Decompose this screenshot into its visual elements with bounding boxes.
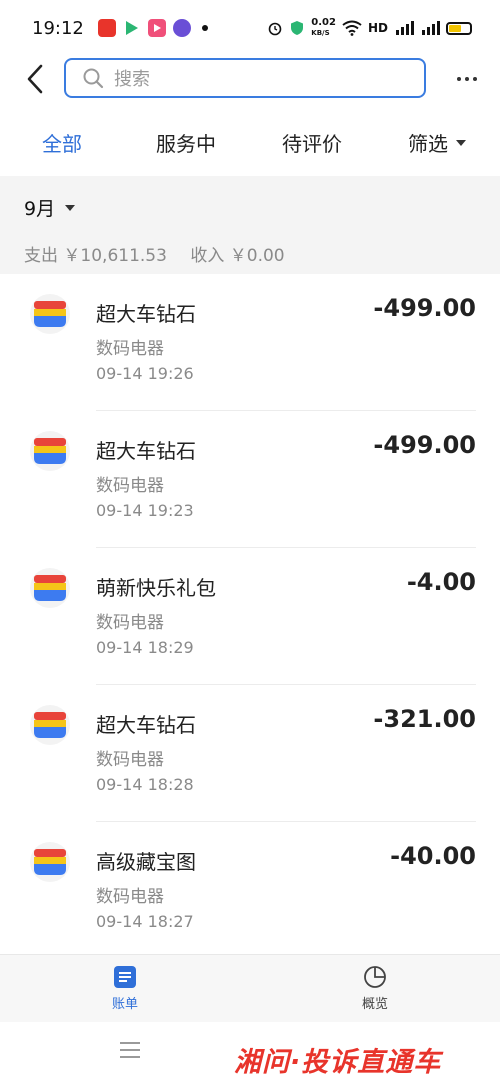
status-app-icons bbox=[97, 19, 208, 37]
menu-icon[interactable] bbox=[120, 1042, 140, 1063]
status-bar: 19:12 0.02 KB/S HD bbox=[0, 0, 500, 56]
bottom-tab-overview[interactable]: 概览 bbox=[345, 965, 405, 1012]
month-selector[interactable]: 9月 bbox=[24, 194, 476, 221]
transaction-list: 超大车钻石 数码电器 09-14 19:26 -499.00 超大车钻石 数码电… bbox=[0, 274, 500, 959]
more-button[interactable] bbox=[452, 64, 482, 94]
play-store-icon bbox=[123, 19, 141, 37]
search-icon bbox=[83, 68, 104, 89]
status-time: 19:12 bbox=[32, 17, 84, 39]
game-store-icon bbox=[30, 842, 70, 882]
search-placeholder: 搜索 bbox=[114, 69, 150, 90]
battery-icon bbox=[446, 21, 472, 35]
transaction-row[interactable]: 高级藏宝图 数码电器 09-14 18:27 -40.00 bbox=[0, 822, 500, 959]
transaction-amount: -321.00 bbox=[373, 705, 476, 733]
net-speed-value: 0.02 bbox=[311, 17, 336, 28]
transaction-amount: -40.00 bbox=[390, 842, 476, 870]
transaction-title: 超大车钻石 bbox=[96, 713, 196, 737]
caret-down-icon bbox=[456, 139, 466, 146]
transaction-title: 高级藏宝图 bbox=[96, 850, 196, 874]
transaction-row[interactable]: 萌新快乐礼包 数码电器 09-14 18:29 -4.00 bbox=[0, 548, 500, 685]
app-notification-icon bbox=[97, 19, 116, 37]
transaction-time: 09-14 18:27 bbox=[96, 912, 194, 931]
more-dot bbox=[473, 77, 477, 81]
bottom-tab-bill-label: 账单 bbox=[111, 997, 138, 1012]
tab-filter[interactable]: 筛选 bbox=[408, 128, 466, 157]
header: 搜索 bbox=[0, 56, 500, 102]
tab-filter-label: 筛选 bbox=[408, 132, 448, 156]
system-nav-bar: 湘问·投诉直通车 bbox=[0, 1022, 500, 1083]
game-store-icon bbox=[30, 568, 70, 608]
transaction-amount: -4.00 bbox=[406, 568, 476, 596]
income-total: 收入 ￥0.00 bbox=[190, 246, 285, 266]
watermark: 湘问·投诉直通车 bbox=[234, 1047, 442, 1078]
alarm-icon bbox=[268, 22, 282, 36]
signal-icon-1 bbox=[396, 21, 414, 35]
video-app-icon bbox=[147, 19, 166, 37]
chevron-left-icon bbox=[27, 64, 43, 94]
shield-icon bbox=[291, 21, 304, 35]
bill-icon bbox=[114, 966, 136, 988]
transaction-title: 萌新快乐礼包 bbox=[96, 576, 216, 600]
bottom-tab-bar: 账单 概览 bbox=[0, 954, 500, 1022]
expense-total: 支出 ￥10,611.53 bbox=[24, 246, 167, 266]
pie-chart-icon bbox=[364, 966, 386, 988]
transaction-category: 数码电器 bbox=[96, 339, 164, 359]
net-speed-unit: KB/S bbox=[311, 29, 330, 37]
status-indicators: 0.02 KB/S HD bbox=[267, 18, 472, 38]
back-button[interactable] bbox=[20, 60, 50, 98]
transaction-category: 数码电器 bbox=[96, 613, 164, 633]
game-store-icon bbox=[30, 705, 70, 745]
transaction-category: 数码电器 bbox=[96, 887, 164, 907]
tab-pending-review[interactable]: 待评价 bbox=[282, 128, 342, 157]
game-store-icon bbox=[30, 431, 70, 471]
transaction-time: 09-14 19:26 bbox=[96, 364, 194, 383]
month-totals: 支出 ￥10,611.53 收入 ￥0.00 bbox=[24, 241, 476, 266]
transaction-title: 超大车钻石 bbox=[96, 439, 196, 463]
month-summary: 9月 支出 ￥10,611.53 收入 ￥0.00 bbox=[0, 176, 500, 274]
transaction-time: 09-14 18:28 bbox=[96, 775, 194, 794]
caret-down-icon bbox=[65, 204, 76, 211]
transaction-time: 09-14 19:23 bbox=[96, 501, 194, 520]
transaction-row[interactable]: 超大车钻石 数码电器 09-14 18:28 -321.00 bbox=[0, 685, 500, 822]
battery-level bbox=[449, 24, 461, 32]
transaction-amount: -499.00 bbox=[373, 294, 476, 322]
wifi-icon bbox=[342, 20, 362, 36]
transaction-category: 数码电器 bbox=[96, 476, 164, 496]
bottom-tab-overview-label: 概览 bbox=[361, 997, 388, 1012]
tab-all[interactable]: 全部 bbox=[42, 128, 82, 157]
search-input[interactable]: 搜索 bbox=[64, 58, 426, 98]
tab-in-service[interactable]: 服务中 bbox=[156, 128, 216, 157]
more-dot bbox=[457, 77, 461, 81]
signal-icon-2 bbox=[422, 21, 440, 35]
bottom-tab-bill[interactable]: 账单 bbox=[95, 965, 155, 1012]
music-app-icon bbox=[172, 19, 191, 37]
filter-tabs: 全部 服务中 待评价 筛选 bbox=[0, 118, 500, 170]
transaction-amount: -499.00 bbox=[373, 431, 476, 459]
hd-label: HD bbox=[367, 21, 388, 35]
transaction-row[interactable]: 超大车钻石 数码电器 09-14 19:23 -499.00 bbox=[0, 411, 500, 548]
month-label: 9月 bbox=[24, 198, 56, 220]
game-store-icon bbox=[30, 294, 70, 334]
more-dot bbox=[465, 77, 469, 81]
transaction-category: 数码电器 bbox=[96, 750, 164, 770]
transaction-time: 09-14 18:29 bbox=[96, 638, 194, 657]
transaction-title: 超大车钻石 bbox=[96, 302, 196, 326]
more-notifications-dot bbox=[201, 25, 208, 31]
transaction-row[interactable]: 超大车钻石 数码电器 09-14 19:26 -499.00 bbox=[0, 274, 500, 411]
